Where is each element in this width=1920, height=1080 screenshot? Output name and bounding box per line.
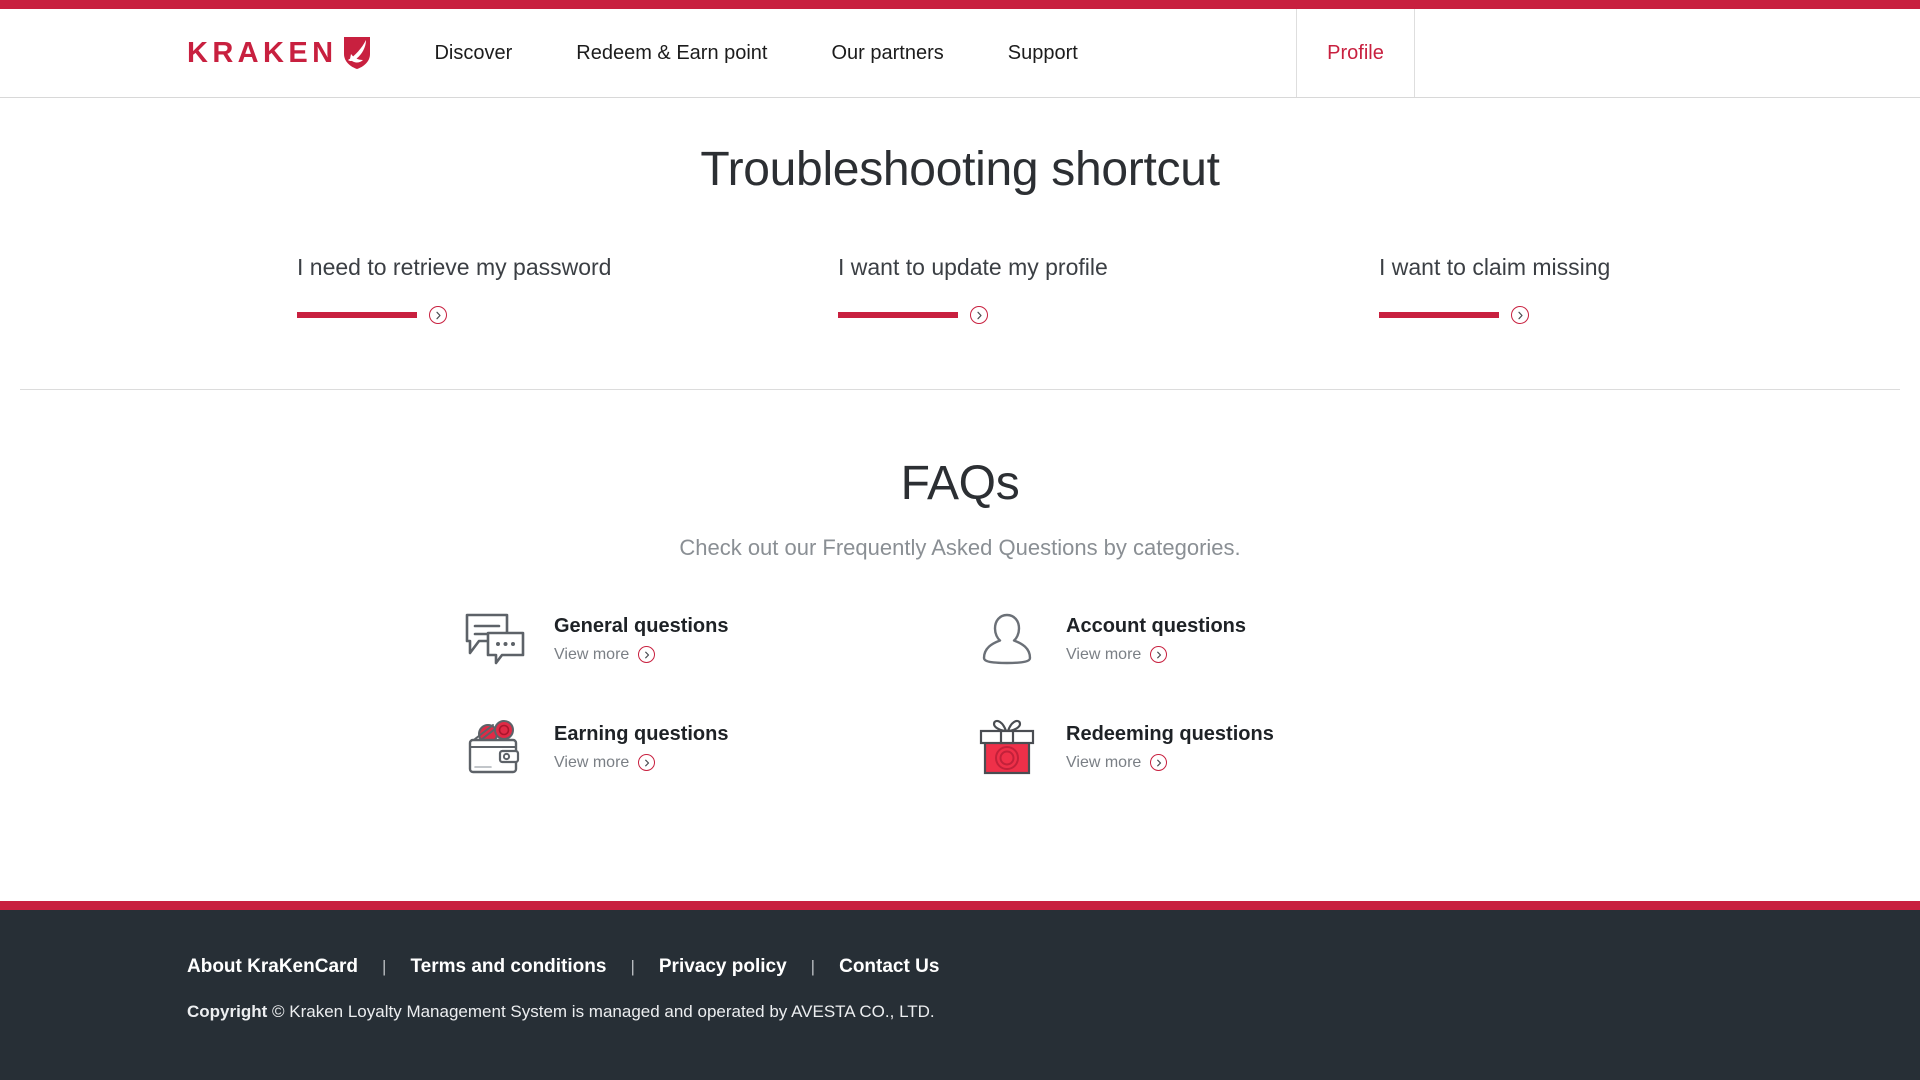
faq-view-more-row[interactable]: View more [554,645,729,664]
shortcut-retrieve-password[interactable]: I need to retrieve my password [297,254,838,325]
faq-category-grid: General questions View more Account ques… [0,608,1920,778]
chevron-right-circle-icon[interactable] [638,754,656,772]
footer-copyright: Copyright © Kraken Loyalty Management Sy… [187,1002,1920,1022]
shortcut-underline [838,312,958,319]
faq-text-block: Account questions View more [1066,614,1247,664]
wallet-coins-icon [462,716,528,778]
faq-title: FAQs [900,457,1020,511]
faq-text-block: Redeeming questions View more [1066,722,1274,772]
header-right-area [1415,9,1920,97]
faq-category-general-questions[interactable]: General questions View more [462,608,974,670]
faq-category-name: Redeeming questions [1066,723,1274,746]
faq-subtitle: Check out our Frequently Asked Questions… [679,535,1241,561]
profile-link[interactable]: Profile [1296,9,1415,97]
faq-text-block: Earning questions View more [554,722,729,772]
header-spacer [1110,9,1296,97]
footer-copyright-rest: © Kraken Loyalty Management System is ma… [272,1002,935,1021]
shortcut-label: I want to claim missing [1379,253,1611,280]
chevron-right-circle-icon[interactable] [1150,646,1168,664]
faq-category-name: Earning questions [554,723,729,746]
chevron-right-circle-icon[interactable] [1511,306,1529,325]
troubleshooting-title: Troubleshooting shortcut [700,143,1220,196]
shortcut-action-row [297,306,838,325]
footer-links: About KraKenCard | Terms and conditions … [187,957,1920,976]
page-root: KRAKEN Discover Redeem & Earn point Our … [0,0,1920,1080]
footer-link-about-krakencard[interactable]: About KraKenCard [187,957,358,976]
chat-bubbles-icon [462,608,528,670]
faq-view-more-row[interactable]: View more [1066,645,1246,664]
chevron-right-circle-icon[interactable] [638,646,656,664]
site-header: KRAKEN Discover Redeem & Earn point Our … [0,9,1920,98]
faq-category-redeeming-questions[interactable]: Redeeming questions View more [974,716,1486,778]
faq-view-more-label: View more [1066,645,1142,663]
site-footer: About KraKenCard | Terms and conditions … [0,910,1920,1080]
shortcut-action-row [1379,306,1920,325]
footer-separator: | [630,957,635,976]
nav-item-redeem-earn-point[interactable]: Redeem & Earn point [544,43,799,63]
faq-view-more-label: View more [554,753,630,771]
shortcut-underline [1379,312,1499,319]
kraken-shield-icon [342,36,372,70]
main-nav: Discover Redeem & Earn point Our partner… [434,9,1109,97]
faq-view-more-label: View more [1066,753,1142,771]
nav-item-support[interactable]: Support [976,43,1110,63]
faq-category-name: Account questions [1066,615,1247,638]
troubleshooting-section: Troubleshooting shortcut I need to retri… [0,98,1920,391]
shortcut-label: I need to retrieve my password [297,253,612,280]
faq-category-account-questions[interactable]: Account questions View more [974,608,1486,670]
footer-accent-bar [0,901,1920,910]
shortcut-action-row [838,306,1379,325]
top-accent-bar [0,0,1920,9]
faq-category-name: General questions [554,615,729,638]
brand-wordmark: KRAKEN [187,36,338,69]
troubleshooting-list: I need to retrieve my password I want to… [0,254,1920,325]
chevron-right-circle-icon[interactable] [429,306,447,325]
chevron-right-circle-icon[interactable] [1150,754,1168,772]
footer-separator: | [810,957,816,976]
footer-link-privacy-policy[interactable]: Privacy policy [659,957,787,976]
nav-item-discover[interactable]: Discover [434,43,544,63]
brand-logo[interactable]: KRAKEN [0,9,372,97]
footer-separator: | [382,957,387,976]
faq-view-more-row[interactable]: View more [554,753,728,772]
nav-item-our-partners[interactable]: Our partners [800,43,976,63]
faq-view-more-label: View more [554,645,630,663]
faq-category-earning-questions[interactable]: Earning questions View more [462,716,974,778]
person-silhouette-icon [974,608,1040,670]
shortcut-label: I want to update my profile [838,253,1108,280]
shortcut-update-profile[interactable]: I want to update my profile [838,254,1379,325]
faq-text-block: General questions View more [554,614,729,664]
gift-box-icon [974,716,1040,778]
chevron-right-circle-icon[interactable] [970,306,988,325]
shortcut-claim-missing[interactable]: I want to claim missing [1379,254,1920,325]
faq-view-more-row[interactable]: View more [1066,753,1274,772]
footer-link-contact-us[interactable]: Contact Us [839,957,939,976]
footer-copyright-lead: Copyright [187,1002,268,1021]
faq-section: FAQs Check out our Frequently Asked Ques… [0,390,1920,901]
footer-link-terms-and-conditions[interactable]: Terms and conditions [410,957,606,976]
shortcut-underline [297,312,417,319]
